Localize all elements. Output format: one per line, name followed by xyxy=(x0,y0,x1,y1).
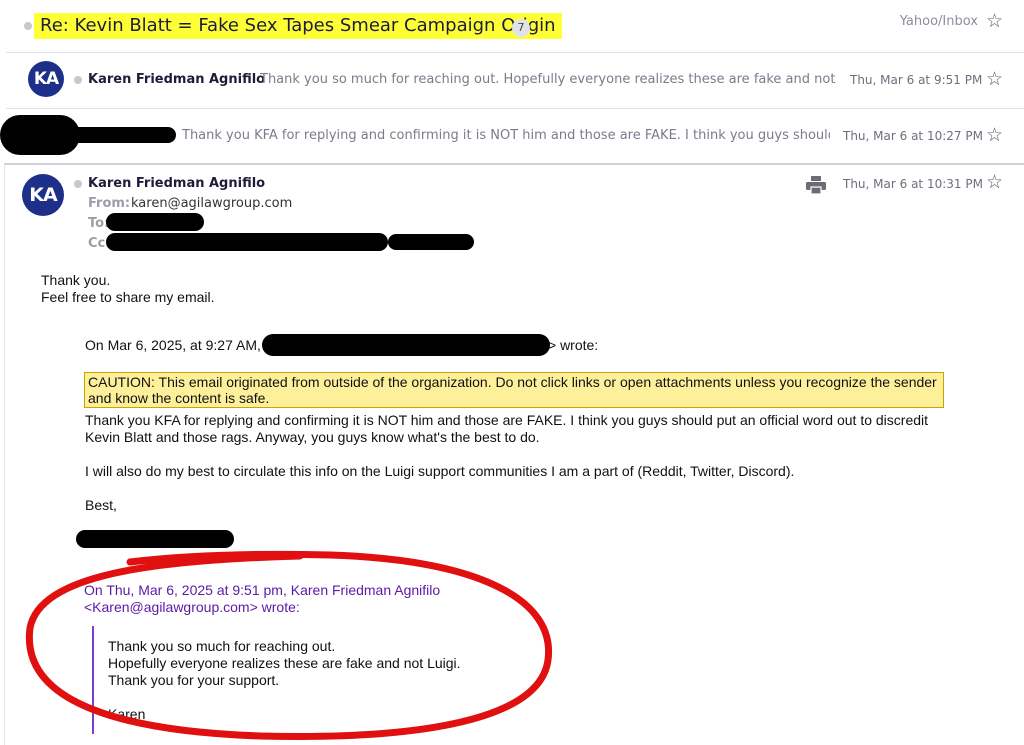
annotation-circle xyxy=(25,550,553,740)
